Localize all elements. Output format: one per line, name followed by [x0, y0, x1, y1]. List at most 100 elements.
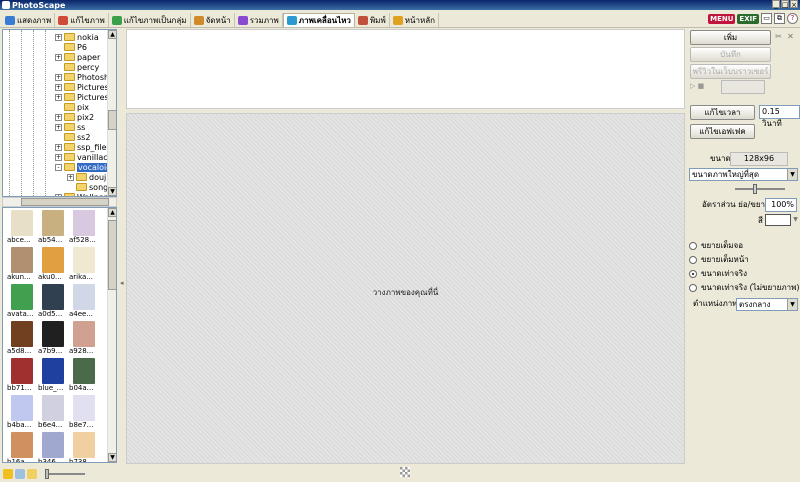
- radio-button[interactable]: [689, 255, 697, 264]
- tree-item[interactable]: + PicturesS: [55, 92, 114, 102]
- thumbnail-item[interactable]: b4ba...: [7, 395, 37, 433]
- preview-browser-button[interactable]: พรีวิวในเว็บบราวเซอร์: [690, 64, 771, 79]
- thumbnail-image[interactable]: [73, 321, 95, 347]
- radio-button[interactable]: [689, 269, 697, 278]
- thumbnail-image[interactable]: [73, 247, 95, 273]
- exif-button[interactable]: EXIF: [737, 13, 759, 24]
- color-dropdown-icon[interactable]: ▼: [791, 215, 800, 224]
- radio-button[interactable]: [689, 283, 697, 292]
- tab-2[interactable]: แก้ไขภาพเป็นกลุ่ม: [109, 13, 191, 27]
- add-button[interactable]: เพิ่ม: [690, 30, 771, 45]
- minimize-button[interactable]: _: [772, 0, 780, 9]
- slider-knob[interactable]: [45, 468, 49, 479]
- display-option[interactable]: ขยายเต็มจอ: [689, 239, 743, 252]
- thumbnail-item[interactable]: aku0...: [38, 247, 68, 285]
- display-option[interactable]: ขนาดเท่าจริง (ไม่ขยายภาพ): [689, 281, 799, 294]
- size-slider-knob[interactable]: [753, 184, 757, 194]
- folder-icon[interactable]: [27, 468, 37, 479]
- play-icon[interactable]: ▷ ■: [690, 82, 704, 90]
- thumbnail-image[interactable]: [42, 358, 64, 384]
- thumbnail-item[interactable]: b04a...: [69, 358, 99, 396]
- tab-5[interactable]: ภาพเคลื่อนไหว: [282, 13, 355, 27]
- splitter-grip-icon[interactable]: ◂: [120, 279, 124, 287]
- thumbnail-image[interactable]: [73, 284, 95, 310]
- thumbnail-image[interactable]: [11, 247, 33, 273]
- expander-icon[interactable]: +: [67, 173, 74, 181]
- thumbnail-scrollbar[interactable]: ▲ ▼: [107, 208, 116, 462]
- thumbnail-image[interactable]: [42, 321, 64, 347]
- display-option[interactable]: ขยายเต็มหน้า: [689, 253, 749, 266]
- edit-effect-button[interactable]: แก้ไขเอฟเฟค: [690, 124, 755, 139]
- chevron-down-icon[interactable]: ▼: [787, 299, 797, 310]
- display-option[interactable]: ขนาดเท่าจริง: [689, 267, 747, 280]
- thumbnail-image[interactable]: [73, 210, 95, 236]
- copy-icon[interactable]: ⧉: [774, 13, 785, 24]
- menu-button[interactable]: MENU: [708, 13, 736, 24]
- tree-scroll-thumb[interactable]: [108, 110, 116, 130]
- thumbnail-image[interactable]: [11, 210, 33, 236]
- tree-item[interactable]: song: [67, 182, 108, 192]
- maximize-button[interactable]: □: [781, 0, 789, 9]
- star-icon[interactable]: [3, 468, 13, 479]
- edit-time-button[interactable]: แก้ไขเวลา: [690, 105, 755, 120]
- thumbnail-item[interactable]: b6e4...: [38, 395, 68, 433]
- scroll-up-arrow-icon[interactable]: ▲: [108, 30, 116, 39]
- expander-icon[interactable]: +: [55, 113, 62, 121]
- thumbnail-item[interactable]: blue_...: [38, 358, 68, 396]
- scroll-up-arrow-icon[interactable]: ▲: [108, 208, 116, 217]
- scroll-down-arrow-icon[interactable]: ▼: [108, 453, 116, 462]
- thumbnail-item[interactable]: b16a...: [7, 432, 37, 462]
- tree-item[interactable]: + ss: [55, 122, 85, 132]
- thumbnail-item[interactable]: avata...: [7, 284, 37, 322]
- tree-item[interactable]: + ssp_files: [55, 142, 111, 152]
- transparency-icon[interactable]: [400, 467, 410, 477]
- refresh-icon[interactable]: [15, 468, 25, 479]
- thumbnail-image[interactable]: [42, 210, 64, 236]
- tree-item[interactable]: - vocaloid: [55, 162, 113, 172]
- panel-splitter[interactable]: ◂: [118, 29, 126, 464]
- expander-icon[interactable]: +: [55, 53, 62, 61]
- tree-scrollbar[interactable]: ▲ ▼: [107, 30, 116, 196]
- tab-7[interactable]: หน้าหลัก: [390, 13, 439, 27]
- thumbnail-item[interactable]: b346...: [38, 432, 68, 462]
- close-button[interactable]: ×: [790, 0, 798, 9]
- expander-icon[interactable]: +: [55, 83, 62, 91]
- ratio-input[interactable]: 100%: [765, 198, 797, 212]
- scissors-icon[interactable]: ✂: [774, 32, 783, 41]
- tree-item[interactable]: + paper: [55, 52, 100, 62]
- tree-item[interactable]: percy: [55, 62, 99, 72]
- expander-icon[interactable]: +: [55, 153, 62, 161]
- frame-strip[interactable]: [126, 29, 685, 109]
- thumbnail-item[interactable]: a5d8...: [7, 321, 37, 359]
- drop-canvas[interactable]: วางภาพของคุณที่นี่: [126, 113, 685, 464]
- position-select[interactable]: ตรงกลาง ▼: [736, 298, 798, 311]
- thumbnail-scroll-thumb[interactable]: [108, 220, 116, 290]
- tree-item[interactable]: P6: [55, 42, 87, 52]
- tab-4[interactable]: รวมภาพ: [235, 13, 283, 27]
- thumbnail-image[interactable]: [11, 432, 33, 458]
- thumbnail-size-slider[interactable]: [45, 468, 85, 479]
- thumbnail-image[interactable]: [42, 432, 64, 458]
- thumbnail-item[interactable]: a7b9...: [38, 321, 68, 359]
- tree-item[interactable]: + Pictures: [55, 82, 109, 92]
- thumbnail-list[interactable]: abce... ab54... af528... akun... aku0... arik…: [2, 207, 117, 463]
- expander-icon[interactable]: +: [55, 123, 62, 131]
- tree-item[interactable]: + nokia: [55, 32, 99, 42]
- thumbnail-image[interactable]: [11, 358, 33, 384]
- tree-hscroll-thumb[interactable]: [21, 198, 109, 206]
- scroll-down-arrow-icon[interactable]: ▼: [108, 187, 116, 196]
- tree-item[interactable]: pix: [55, 102, 89, 112]
- expander-icon[interactable]: +: [55, 33, 62, 41]
- thumbnail-image[interactable]: [73, 432, 95, 458]
- thumbnail-item[interactable]: a4ee...: [69, 284, 99, 322]
- thumbnail-item[interactable]: af528...: [69, 210, 99, 248]
- expander-icon[interactable]: -: [55, 163, 62, 171]
- thumbnail-item[interactable]: abce...: [7, 210, 37, 248]
- thumbnail-item[interactable]: b8e7...: [69, 395, 99, 433]
- thumbnail-image[interactable]: [42, 247, 64, 273]
- tree-item[interactable]: ss2: [55, 132, 90, 142]
- thumbnail-item[interactable]: arika...: [69, 247, 99, 285]
- thumbnail-image[interactable]: [11, 321, 33, 347]
- thumbnail-item[interactable]: b738...: [69, 432, 99, 462]
- window-icon[interactable]: ▭: [761, 13, 772, 24]
